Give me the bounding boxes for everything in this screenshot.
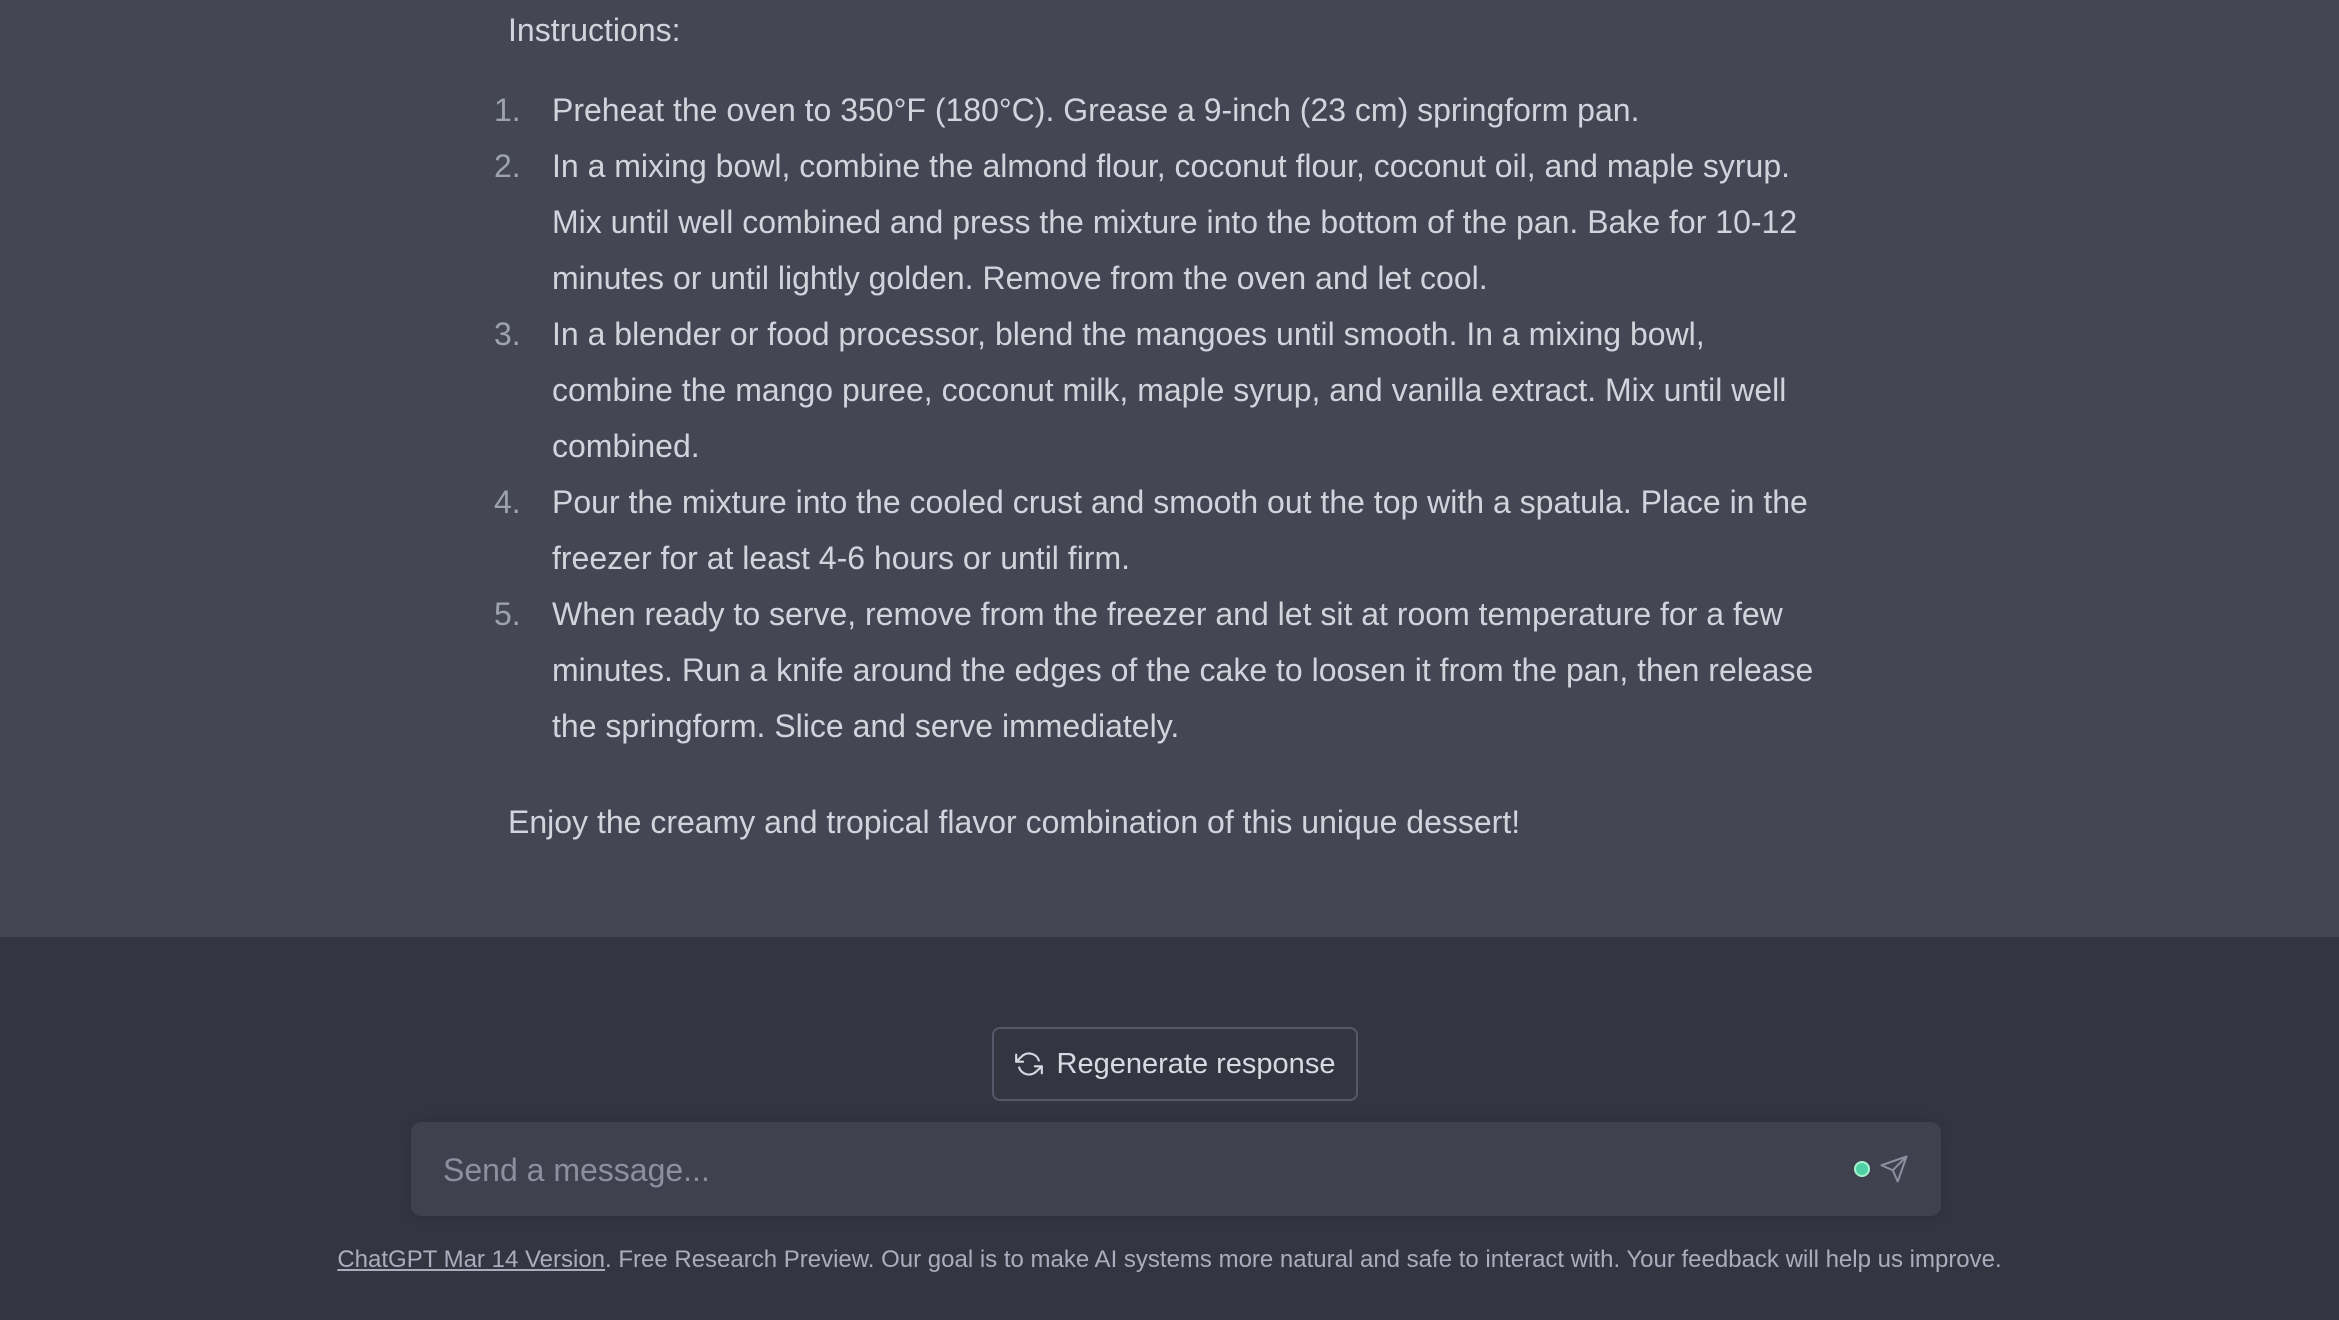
closing-line: Enjoy the creamy and tropical flavor com… <box>508 804 1521 840</box>
list-item: 3. In a blender or food processor, blend… <box>494 306 1828 474</box>
footer-disclaimer: ChatGPT Mar 14 Version. Free Research Pr… <box>0 1242 2339 1278</box>
step-text: In a mixing bowl, combine the almond flo… <box>552 148 1798 296</box>
version-link[interactable]: ChatGPT Mar 14 Version <box>337 1246 605 1273</box>
step-number: 4. <box>494 484 521 520</box>
list-item: 2. In a mixing bowl, combine the almond … <box>494 138 1828 306</box>
step-number: 1. <box>494 92 521 128</box>
instructions-list: 1. Preheat the oven to 350°F (180°C). Gr… <box>494 82 1828 754</box>
list-item: 1. Preheat the oven to 350°F (180°C). Gr… <box>494 82 1828 138</box>
instructions-heading: Instructions: <box>508 12 681 48</box>
footer-text: . Free Research Preview. Our goal is to … <box>605 1246 2002 1273</box>
assistant-response: Instructions: 1. Preheat the oven to 350… <box>0 0 2339 937</box>
regenerate-label: Regenerate response <box>1056 1047 1336 1080</box>
paper-plane-icon <box>1880 1155 1908 1183</box>
status-dot <box>1854 1161 1870 1177</box>
step-number: 3. <box>494 316 521 352</box>
message-composer <box>411 1122 1941 1218</box>
step-text: Preheat the oven to 350°F (180°C). Greas… <box>552 92 1640 128</box>
step-number: 2. <box>494 148 521 184</box>
regenerate-response-button[interactable]: Regenerate response <box>992 1027 1358 1101</box>
response-content: Instructions: 1. Preheat the oven to 350… <box>494 0 1828 850</box>
step-text: When ready to serve, remove from the fre… <box>552 596 1814 744</box>
list-item: 5. When ready to serve, remove from the … <box>494 586 1828 754</box>
step-text: Pour the mixture into the cooled crust a… <box>552 484 1808 576</box>
refresh-icon <box>1014 1050 1043 1078</box>
composer-area: Regenerate response ChatGPT Mar 14 Versi… <box>0 937 2339 1320</box>
list-item: 4. Pour the mixture into the cooled crus… <box>494 474 1828 586</box>
step-text: In a blender or food processor, blend th… <box>552 316 1787 464</box>
message-input[interactable] <box>441 1122 1845 1218</box>
send-button[interactable] <box>1874 1149 1914 1189</box>
step-number: 5. <box>494 596 521 632</box>
